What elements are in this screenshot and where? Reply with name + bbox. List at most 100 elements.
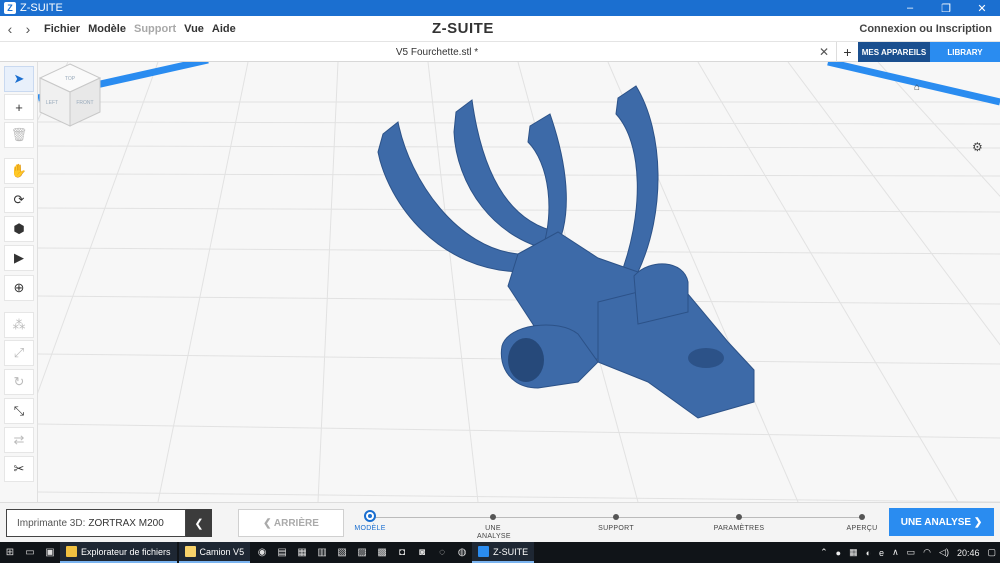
add-tool-button[interactable]: +: [4, 94, 34, 120]
step-dot: [490, 514, 496, 520]
office-icon[interactable]: ◙: [412, 542, 432, 563]
title-bar: Z Z-SUITE – ❐ ✕: [0, 0, 1000, 16]
media-player-icon[interactable]: ▣: [40, 542, 60, 563]
clock: 20:46: [956, 547, 980, 558]
arm-hole: [688, 348, 724, 368]
rotate-model-tool-button[interactable]: ↻: [4, 369, 34, 395]
move-axes-icon: ⁂: [12, 317, 26, 332]
calendar-icon[interactable]: ▧: [332, 542, 352, 563]
mirror-tool-button[interactable]: ⇄: [4, 427, 34, 453]
step-dot: [736, 514, 742, 520]
zoom-tool-button[interactable]: ⊕: [4, 275, 34, 301]
tray-up-icon[interactable]: ⌃: [820, 547, 828, 558]
wifi-icon[interactable]: ◠: [923, 547, 931, 558]
forward-nav-icon[interactable]: ›: [20, 21, 36, 37]
settings-app-icon[interactable]: ◍: [452, 542, 472, 563]
trash-icon: 🗑: [10, 127, 28, 142]
tray-network-app-icon[interactable]: ◐: [866, 548, 871, 558]
tray-app-icon[interactable]: ●: [836, 548, 841, 558]
step-dot: [859, 514, 865, 520]
boss-hole: [508, 338, 544, 382]
back-nav-icon[interactable]: ‹: [2, 21, 18, 37]
hand-icon: ✋: [10, 163, 28, 178]
step-label: UNE ANALYSE: [477, 525, 511, 540]
word-icon[interactable]: ▤: [272, 542, 292, 563]
scissors-icon: ✂: [13, 461, 25, 476]
windows-start-icon[interactable]: ⊞: [0, 542, 20, 563]
minimize-button[interactable]: –: [892, 0, 928, 16]
image-app-icon[interactable]: ◘: [392, 542, 412, 563]
3d-viewport[interactable]: TOP LEFT FRONT ⌂ ⚙: [38, 62, 1000, 502]
plus-icon: +: [15, 99, 23, 115]
camera-tool-button[interactable]: ▶: [4, 245, 34, 271]
close-tab-icon[interactable]: ✕: [816, 44, 832, 60]
view-cube-top-label: TOP: [65, 76, 76, 82]
cube-view-tool-button[interactable]: ⬢: [4, 216, 34, 242]
build-plate-svg: [38, 62, 1000, 502]
menu-fichier[interactable]: Fichier: [44, 23, 80, 35]
add-tab-button[interactable]: +: [836, 42, 858, 62]
cube-icon: ⬢: [13, 221, 25, 236]
shrink-icon: ⤡: [13, 403, 25, 418]
step-dot-current: [364, 510, 376, 522]
zsuite-taskbar-icon: [478, 546, 490, 557]
arrow-cursor-icon: ➤: [13, 71, 25, 86]
calculator-icon[interactable]: ▦: [292, 542, 312, 563]
step-label: SUPPORT: [598, 525, 634, 532]
taskbar-explorer[interactable]: Explorateur de fichiers: [60, 542, 177, 563]
printer-toggle-button[interactable]: ❮: [186, 509, 212, 537]
select-tool-button[interactable]: ➤: [4, 66, 34, 92]
menu-modele[interactable]: Modèle: [88, 23, 126, 35]
battery-icon[interactable]: ▭: [907, 547, 916, 558]
pan-tool-button[interactable]: ✋: [4, 158, 34, 184]
excel-icon[interactable]: ▩: [372, 542, 392, 563]
rotate-icon: ⟳: [13, 192, 25, 207]
menu-aide[interactable]: Aide: [212, 23, 236, 35]
scale-icon: ⤢: [13, 345, 25, 360]
app-icon[interactable]: ▨: [352, 542, 372, 563]
tray-grid-icon[interactable]: ▦: [849, 547, 858, 558]
taskbar-zsuite[interactable]: Z-SUITE: [472, 542, 535, 563]
taskbar-zsuite-label: Z-SUITE: [493, 546, 529, 557]
cut-tool-button[interactable]: ✂: [4, 456, 34, 482]
camera-icon: ▶: [14, 250, 24, 265]
close-button[interactable]: ✕: [964, 0, 1000, 16]
move-tool-button[interactable]: ⁂: [4, 312, 34, 338]
scale-tool-button[interactable]: ⤢: [4, 340, 34, 366]
printer-select[interactable]: Imprimante 3D: ZORTRAX M200: [6, 509, 186, 537]
tray-expand-icon[interactable]: ∧: [892, 547, 899, 558]
view-cube-left-label: LEFT: [46, 100, 58, 106]
folder-icon: [66, 546, 77, 557]
menu-vue[interactable]: Vue: [184, 23, 204, 35]
view-cube[interactable]: TOP LEFT FRONT: [38, 62, 102, 128]
mes-appareils-button[interactable]: MES APPAREILS: [858, 42, 930, 62]
step-label: MODÈLE: [354, 525, 386, 532]
file-tab[interactable]: V5 Fourchette.stl *: [38, 42, 836, 62]
menu-support[interactable]: Support: [134, 23, 176, 35]
notifications-icon[interactable]: ▢: [987, 547, 996, 558]
chrome-icon[interactable]: ◉: [252, 542, 272, 563]
blender-icon[interactable]: ◌: [432, 542, 452, 563]
step-dot: [613, 514, 619, 520]
workflow-steps: MODÈLE UNE ANALYSE SUPPORT PARAMÈTRES AP…: [354, 503, 877, 543]
shrink-tool-button[interactable]: ⤡: [4, 398, 34, 424]
notepad-icon[interactable]: ▥: [312, 542, 332, 563]
window-controls: – ❐ ✕: [892, 0, 1000, 16]
tab-bar: V5 Fourchette.stl * ✕ + MES APPAREILS LI…: [0, 42, 1000, 62]
volume-icon[interactable]: ◁): [939, 547, 949, 558]
rotate-tool-button[interactable]: ⟳: [4, 187, 34, 213]
maximize-button[interactable]: ❐: [928, 0, 964, 16]
system-tray: ⌃ ● ▦ ◐ e ∧ ▭ ◠ ◁) 20:46 ▢: [816, 542, 1000, 563]
next-analyse-button[interactable]: UNE ANALYSE ❯: [889, 508, 994, 536]
app-logo: Z-SUITE: [432, 20, 494, 37]
view-settings-icon[interactable]: ⚙: [972, 140, 983, 154]
library-button[interactable]: LIBRARY: [930, 42, 1000, 62]
delete-tool-button[interactable]: 🗑: [4, 122, 34, 148]
taskbar-camion[interactable]: Camion V5: [178, 542, 251, 563]
task-view-icon[interactable]: ▭: [20, 542, 40, 563]
back-button[interactable]: ❮ ARRIÈRE: [238, 509, 344, 537]
login-link[interactable]: Connexion ou Inscription: [859, 23, 992, 35]
printer-value: ZORTRAX M200: [88, 517, 164, 529]
home-view-icon[interactable]: ⌂: [914, 82, 920, 93]
edge-icon[interactable]: e: [879, 548, 884, 558]
